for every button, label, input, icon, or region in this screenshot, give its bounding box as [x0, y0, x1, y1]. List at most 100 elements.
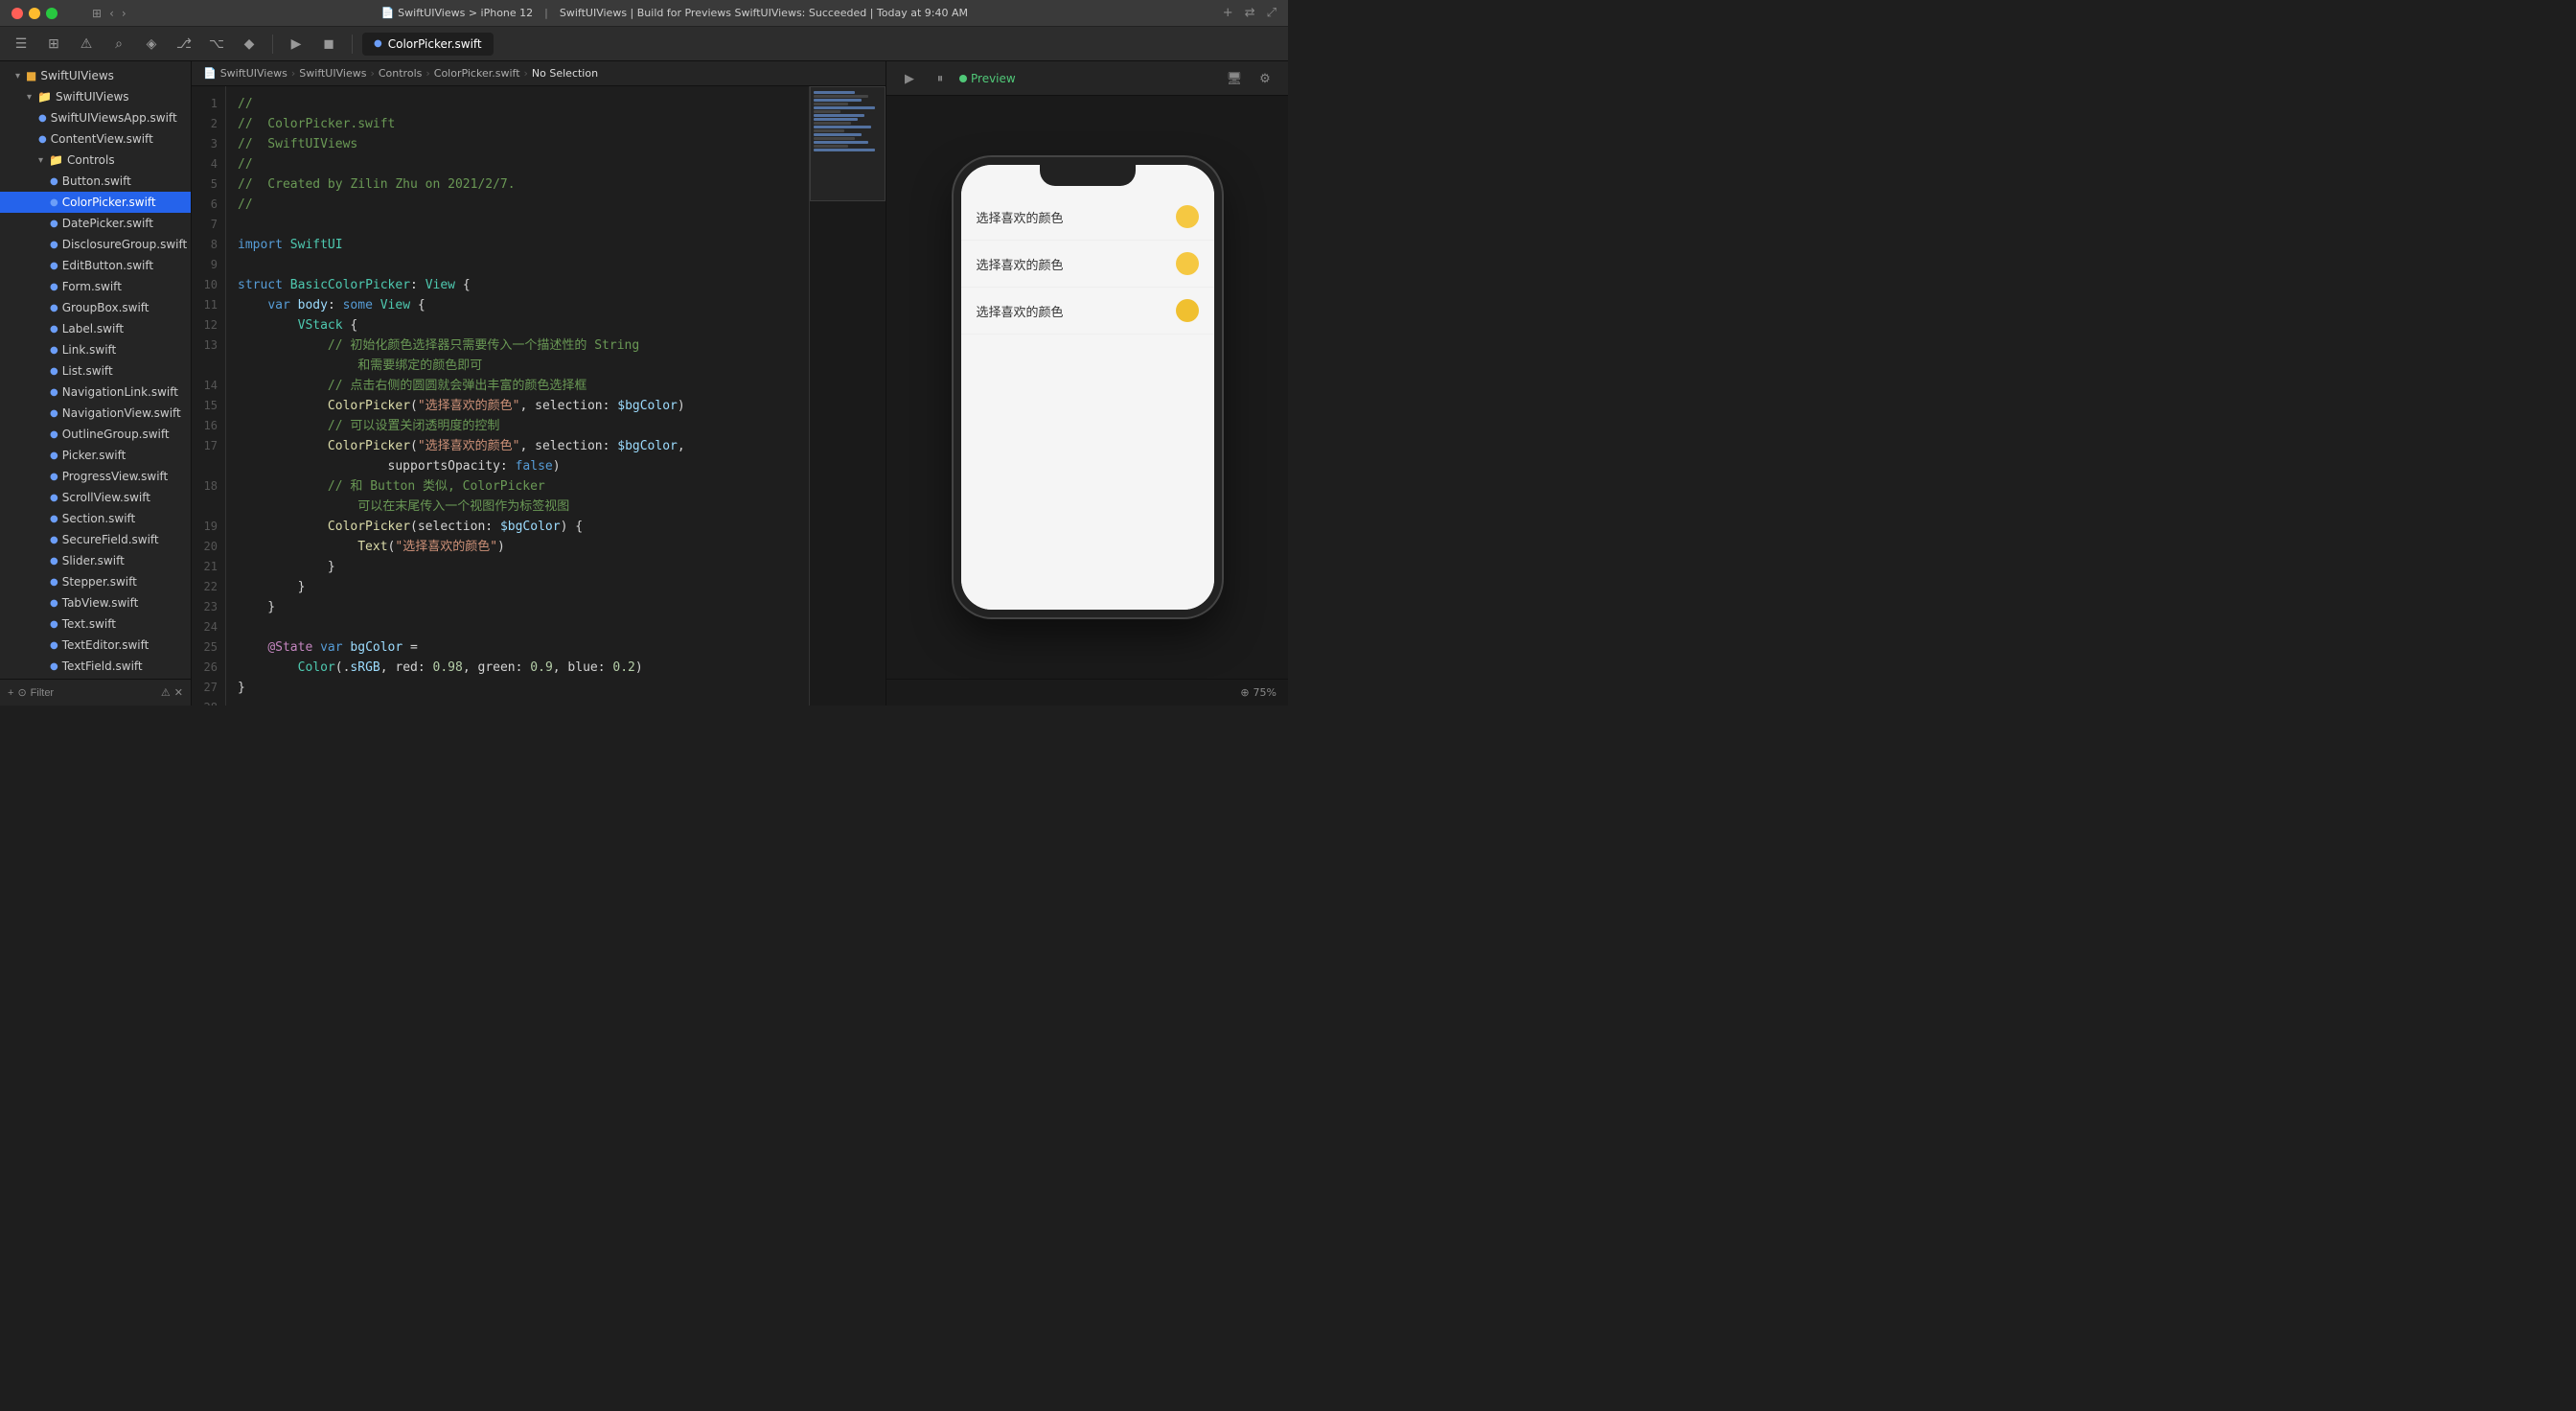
sidebar-label-groupbox: GroupBox.swift	[62, 301, 150, 314]
sidebar-item-text[interactable]: ● Text.swift	[0, 613, 191, 635]
preview-status-dot	[959, 75, 967, 82]
preview-label-text: Preview	[971, 72, 1016, 85]
file-icon: ●	[50, 429, 58, 440]
breadcrumb-icon: 📄	[203, 67, 217, 80]
file-icon: ●	[50, 472, 58, 482]
scheme-breadcrumb[interactable]: SwiftUIViews > iPhone 12	[398, 7, 533, 19]
file-icon: ●	[50, 408, 58, 419]
folder-icon: ■	[26, 69, 36, 82]
preview-device-button[interactable]: 🖥	[1223, 67, 1246, 90]
sidebar-item-outlinegroup[interactable]: ● OutlineGroup.swift	[0, 424, 191, 445]
split-icon[interactable]: ⇄	[1245, 6, 1255, 20]
breakpoint-button[interactable]: ◆	[236, 33, 263, 56]
sidebar-item-scrollview[interactable]: ● ScrollView.swift	[0, 487, 191, 508]
code-line-27: }	[238, 678, 797, 698]
breadcrumb-item-4[interactable]: ColorPicker.swift	[434, 67, 520, 80]
diff-button[interactable]: ◈	[138, 33, 165, 56]
sidebar-label-textfield: TextField.swift	[62, 659, 143, 673]
code-line-17b: supportsOpacity: false)	[238, 456, 797, 476]
sidebar-item-root[interactable]: ▾ ■ SwiftUIViews	[0, 65, 191, 86]
preview-pause-button[interactable]: ⏸	[929, 67, 952, 90]
sidebar-item-controls[interactable]: ▾ 📁 Controls	[0, 150, 191, 171]
preview-zoom-icon[interactable]: ⊕	[1240, 686, 1249, 699]
fullscreen-icon[interactable]: ⤢	[1267, 6, 1276, 20]
search-button[interactable]: ⌕	[105, 33, 132, 56]
fullscreen-button[interactable]	[46, 8, 58, 19]
sidebar-label-section: Section.swift	[62, 512, 136, 525]
sidebar-tree[interactable]: ▾ ■ SwiftUIViews ▾ 📁 SwiftUIViews ● Swif…	[0, 61, 191, 679]
breadcrumb-sep-1: ›	[291, 67, 295, 80]
error-count-button[interactable]: ✕	[174, 686, 183, 699]
sidebar-item-navigationview[interactable]: ● NavigationView.swift	[0, 403, 191, 424]
history-button[interactable]: ⎇	[171, 33, 197, 56]
sidebar-toggle-button[interactable]: ☰	[8, 33, 34, 56]
sidebar-item-form[interactable]: ● Form.swift	[0, 276, 191, 297]
sidebar-bottom: + ⊙ Filter ⚠ ✕	[0, 679, 191, 706]
file-icon: ●	[50, 282, 58, 292]
breadcrumb-sep-2: ›	[370, 67, 374, 80]
close-button[interactable]	[12, 8, 23, 19]
folder-icon: 📁	[37, 90, 52, 104]
code-editor[interactable]: // // ColorPicker.swift // SwiftUIViews …	[226, 86, 809, 706]
code-line-26: Color(.sRGB, red: 0.98, green: 0.9, blue…	[238, 658, 797, 678]
run-button[interactable]: ▶	[283, 33, 310, 56]
sidebar-item-stepper[interactable]: ● Stepper.swift	[0, 571, 191, 592]
sidebar-item-datepicker[interactable]: ● DatePicker.swift	[0, 213, 191, 234]
sidebar-item-slider[interactable]: ● Slider.swift	[0, 550, 191, 571]
sidebar-item-section[interactable]: ● Section.swift	[0, 508, 191, 529]
sidebar-item-picker[interactable]: ● Picker.swift	[0, 445, 191, 466]
file-icon: ●	[50, 240, 58, 250]
minimize-button[interactable]	[29, 8, 40, 19]
sidebar-item-tabview[interactable]: ● TabView.swift	[0, 592, 191, 613]
sidebar-item-swiftuiviews[interactable]: ▾ 📁 SwiftUIViews	[0, 86, 191, 107]
sidebar-item-label[interactable]: ● Label.swift	[0, 318, 191, 339]
panel-toggle-icon[interactable]: ⊞	[92, 7, 102, 20]
warning-button[interactable]: ⚠	[73, 33, 100, 56]
minimap-thumb[interactable]	[810, 86, 886, 201]
phone-list-label-2: 选择喜欢的颜色	[977, 255, 1168, 273]
sidebar-item-editbutton[interactable]: ● EditButton.swift	[0, 255, 191, 276]
filter-button[interactable]: ⊙ Filter	[17, 686, 54, 699]
stop-button[interactable]: ◼	[315, 33, 342, 56]
add-icon[interactable]: +	[1223, 6, 1233, 20]
preview-play-button[interactable]: ▶	[898, 67, 921, 90]
sidebar-item-textfield[interactable]: ● TextField.swift	[0, 656, 191, 677]
sidebar-label-datepicker: DatePicker.swift	[62, 217, 153, 230]
preview-settings-button[interactable]: ⚙	[1254, 67, 1276, 90]
breadcrumb-item-2[interactable]: SwiftUIViews	[299, 67, 366, 80]
sidebar-item-link[interactable]: ● Link.swift	[0, 339, 191, 360]
back-icon[interactable]: ‹	[109, 7, 114, 20]
sidebar-item-colorpicker[interactable]: ● ColorPicker.swift	[0, 192, 191, 213]
sidebar-item-progressview[interactable]: ● ProgressView.swift	[0, 466, 191, 487]
sidebar-item-button[interactable]: ● Button.swift	[0, 171, 191, 192]
minimap[interactable]	[809, 86, 886, 706]
sidebar-item-navigationlink[interactable]: ● NavigationLink.swift	[0, 382, 191, 403]
sidebar-item-texteditor[interactable]: ● TextEditor.swift	[0, 635, 191, 656]
color-circle-3[interactable]	[1176, 299, 1199, 322]
file-icon: ●	[50, 219, 58, 229]
git-button[interactable]: ⌥	[203, 33, 230, 56]
file-icon: ●	[50, 345, 58, 356]
sidebar-label-controls: Controls	[67, 153, 115, 167]
sidebar-item-list[interactable]: ● List.swift	[0, 360, 191, 382]
add-file-button[interactable]: +	[8, 687, 13, 699]
sidebar-label-stepper: Stepper.swift	[62, 575, 137, 589]
file-icon: ●	[50, 577, 58, 588]
breadcrumb-item-5[interactable]: No Selection	[532, 67, 598, 80]
tab-icon: ●	[374, 38, 382, 49]
breadcrumb-item-1[interactable]: SwiftUIViews	[220, 67, 288, 80]
sidebar-item-disclosuregroup[interactable]: ● DisclosureGroup.swift	[0, 234, 191, 255]
sidebar-item-app[interactable]: ● SwiftUIViewsApp.swift	[0, 107, 191, 128]
color-circle-2[interactable]	[1176, 252, 1199, 275]
active-tab[interactable]: ● ColorPicker.swift	[362, 33, 494, 56]
warning-count-button[interactable]: ⚠	[161, 686, 171, 699]
grid-view-button[interactable]: ⊞	[40, 33, 67, 56]
preview-label: Preview	[959, 72, 1016, 85]
sidebar-item-securefield[interactable]: ● SecureField.swift	[0, 529, 191, 550]
sidebar-item-groupbox[interactable]: ● GroupBox.swift	[0, 297, 191, 318]
file-icon: ●	[50, 197, 58, 208]
color-circle-1[interactable]	[1176, 205, 1199, 228]
sidebar-item-contentview[interactable]: ● ContentView.swift	[0, 128, 191, 150]
forward-icon[interactable]: ›	[122, 7, 126, 20]
breadcrumb-item-3[interactable]: Controls	[379, 67, 423, 80]
